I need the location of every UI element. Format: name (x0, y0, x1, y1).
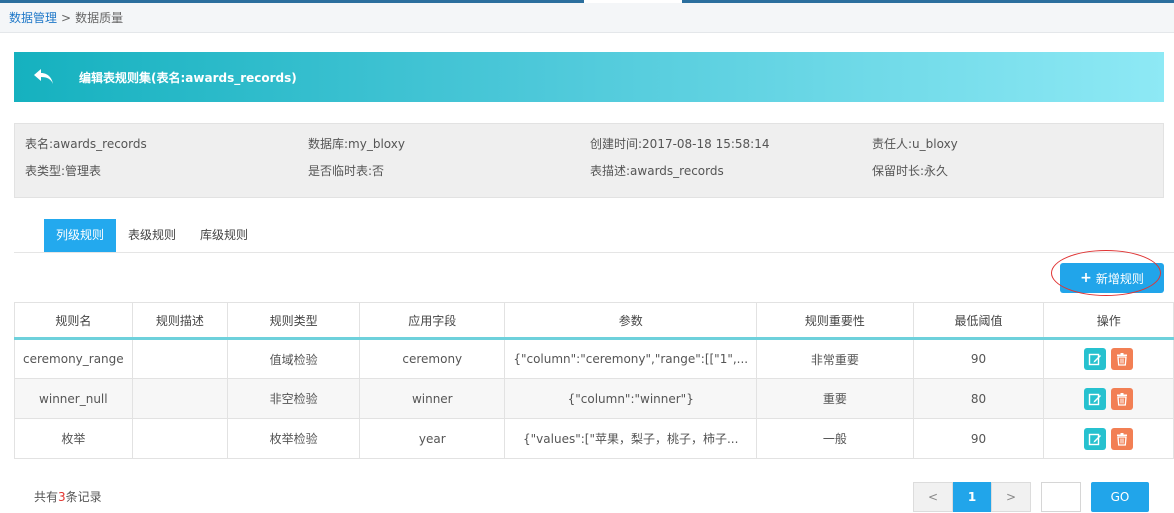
page-title-banner: 编辑表规则集(表名:awards_records) (14, 52, 1164, 102)
cell-threshold: 80 (912, 378, 1045, 419)
cell-field: winner (359, 378, 506, 419)
header-rule-desc: 规则描述 (131, 302, 229, 340)
back-button[interactable] (14, 52, 74, 102)
table-header-row: 规则名 规则描述 规则类型 应用字段 参数 规则重要性 最低阈值 操作 (14, 302, 1174, 340)
cell-actions (1043, 418, 1174, 459)
cell-importance: 重要 (756, 378, 914, 419)
delete-button[interactable] (1111, 348, 1134, 370)
cell-threshold: 90 (912, 418, 1045, 459)
table-info-panel: 表名:awards_records 数据库:my_bloxy 创建时间:2017… (14, 123, 1164, 198)
delete-button[interactable] (1111, 427, 1134, 450)
rules-table: 规则名 规则描述 规则类型 应用字段 参数 规则重要性 最低阈值 操作 cere… (14, 302, 1174, 459)
cell-threshold: 90 (912, 338, 1045, 379)
edit-button[interactable] (1084, 348, 1107, 370)
tab-database-rules[interactable]: 库级规则 (188, 219, 260, 252)
add-rule-label: 新增规则 (1095, 271, 1144, 286)
cell-importance: 一般 (756, 418, 914, 459)
record-total: 共有3条记录 (34, 488, 102, 505)
prev-page-button[interactable]: < (913, 482, 953, 512)
breadcrumb-parent-link[interactable]: 数据管理 (9, 9, 57, 26)
cell-field: ceremony (359, 338, 506, 379)
cell-params: {"values":["苹果，梨子，桃子，柿子... (504, 418, 758, 459)
trash-icon (1117, 432, 1128, 446)
page-title: 编辑表规则集(表名:awards_records) (79, 70, 297, 85)
cell-rule-type: 枚举检验 (227, 418, 361, 459)
total-count: 3 (58, 490, 66, 504)
info-table-type: 表类型:管理表 (25, 164, 102, 178)
cell-rule-desc (131, 338, 229, 379)
cell-rule-desc (131, 378, 229, 419)
tab-column-rules[interactable]: 列级规则 (44, 219, 116, 252)
info-owner: 责任人:u_bloxy (872, 137, 958, 151)
info-database: 数据库:my_bloxy (308, 137, 405, 151)
table-row: 枚举 枚举检验 year {"values":["苹果，梨子，桃子，柿子... … (14, 418, 1174, 459)
header-threshold: 最低阈值 (912, 302, 1045, 340)
header-rule-name: 规则名 (14, 302, 133, 340)
table-row: ceremony_range 值域检验 ceremony {"column":"… (14, 338, 1174, 379)
cell-rule-name: ceremony_range (14, 338, 133, 379)
plus-icon: + (1080, 270, 1092, 286)
breadcrumb-separator: > (61, 10, 72, 25)
cell-rule-name: winner_null (14, 378, 133, 419)
header-rule-type: 规则类型 (227, 302, 361, 340)
cell-rule-type: 非空检验 (227, 378, 361, 419)
info-retention: 保留时长:永久 (872, 164, 949, 178)
header-actions: 操作 (1043, 302, 1174, 340)
back-arrow-icon (34, 69, 53, 84)
cell-params: {"column":"winner"} (504, 378, 758, 419)
edit-button[interactable] (1084, 387, 1107, 410)
edit-icon (1089, 433, 1102, 445)
info-is-temp: 是否临时表:否 (308, 164, 385, 178)
info-created-time: 创建时间:2017-08-18 15:58:14 (590, 137, 770, 151)
cell-rule-type: 值域检验 (227, 338, 361, 379)
trash-icon (1117, 392, 1128, 406)
breadcrumb: 数据管理 > 数据质量 (0, 3, 1174, 33)
trash-icon (1117, 353, 1128, 366)
cell-importance: 非常重要 (756, 338, 914, 379)
edit-button[interactable] (1084, 427, 1107, 450)
breadcrumb-current: 数据质量 (75, 11, 124, 25)
cell-params: {"column":"ceremony","range":[["1",... (504, 338, 758, 379)
header-importance: 规则重要性 (756, 302, 914, 340)
cell-rule-desc (131, 418, 229, 459)
cell-field: year (359, 418, 506, 459)
header-field: 应用字段 (359, 302, 506, 340)
go-button[interactable]: GO (1091, 482, 1149, 512)
total-suffix: 条记录 (65, 490, 102, 504)
page-1-button[interactable]: 1 (953, 482, 991, 512)
delete-button[interactable] (1111, 387, 1134, 410)
edit-icon (1089, 353, 1102, 366)
table-row: winner_null 非空检验 winner {"column":"winne… (14, 378, 1174, 419)
rule-level-tabs: 列级规则 表级规则 库级规则 (14, 217, 1174, 253)
cell-actions (1043, 378, 1174, 419)
next-page-button[interactable]: > (991, 482, 1031, 512)
header-params: 参数 (504, 302, 758, 340)
info-table-name: 表名:awards_records (25, 137, 147, 151)
add-rule-button[interactable]: + 新增规则 (1060, 263, 1164, 293)
tab-table-rules[interactable]: 表级规则 (116, 219, 188, 252)
info-description: 表描述:awards_records (590, 164, 724, 178)
total-prefix: 共有 (34, 490, 59, 504)
page-number-input[interactable] (1041, 482, 1081, 512)
edit-icon (1089, 393, 1102, 405)
cell-actions (1043, 338, 1174, 379)
cell-rule-name: 枚举 (14, 418, 133, 459)
